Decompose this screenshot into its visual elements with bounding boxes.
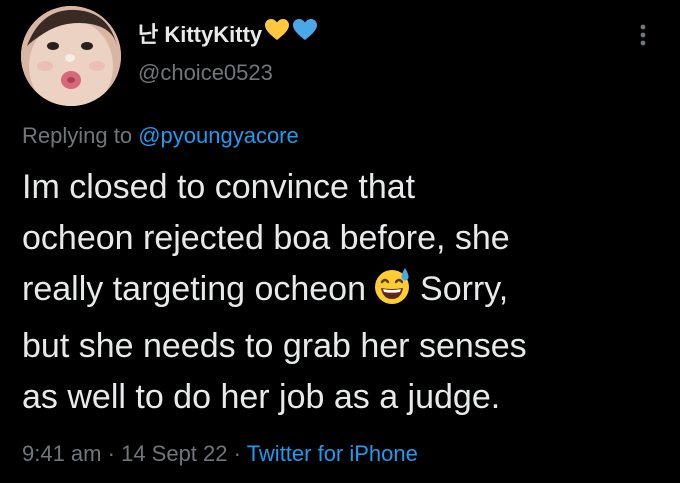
tweet-line: as well to do her job as a judge.	[22, 378, 501, 416]
replying-to: Replying to @pyoungyacore	[22, 123, 299, 149]
more-vertical-icon[interactable]	[630, 22, 656, 48]
tweet-line: Im closed to convince that	[22, 168, 416, 206]
tweet-line-with-emoji: really targeting ocheon Sorry,	[22, 264, 662, 321]
name-hearts	[264, 18, 318, 48]
reply-mention-link[interactable]: @pyoungyacore	[138, 123, 299, 148]
display-name-text: 난 KittyKitty	[138, 22, 263, 47]
meta-separator: ·	[233, 441, 241, 466]
tweet-card: 난 KittyKitty @choice0523 Replying to @py…	[0, 0, 680, 483]
tweet-line: but she needs to grab her senses	[22, 327, 527, 365]
meta-separator: ·	[107, 441, 115, 466]
avatar[interactable]	[21, 6, 121, 106]
tweet-meta: 9:41 am · 14 Sept 22 · Twitter for iPhon…	[22, 441, 418, 467]
yellow-heart-icon	[264, 18, 290, 48]
user-handle[interactable]: @choice0523	[138, 60, 273, 86]
tweet-line: Sorry,	[420, 270, 509, 308]
replying-prefix: Replying to	[22, 123, 133, 148]
tweet-line: ocheon rejected boa before, she	[22, 219, 510, 257]
tweet-text: Im closed to convince that ocheon reject…	[22, 162, 662, 423]
tweet-source-link[interactable]: Twitter for iPhone	[247, 441, 418, 466]
display-name[interactable]: 난 KittyKitty	[138, 17, 318, 49]
tweet-time[interactable]: 9:41 am	[22, 441, 102, 466]
blue-heart-icon	[292, 18, 318, 48]
tweet-line: really targeting ocheon	[22, 270, 367, 308]
grinning-sweat-emoji	[372, 266, 412, 321]
tweet-date[interactable]: 14 Sept 22	[121, 441, 227, 466]
